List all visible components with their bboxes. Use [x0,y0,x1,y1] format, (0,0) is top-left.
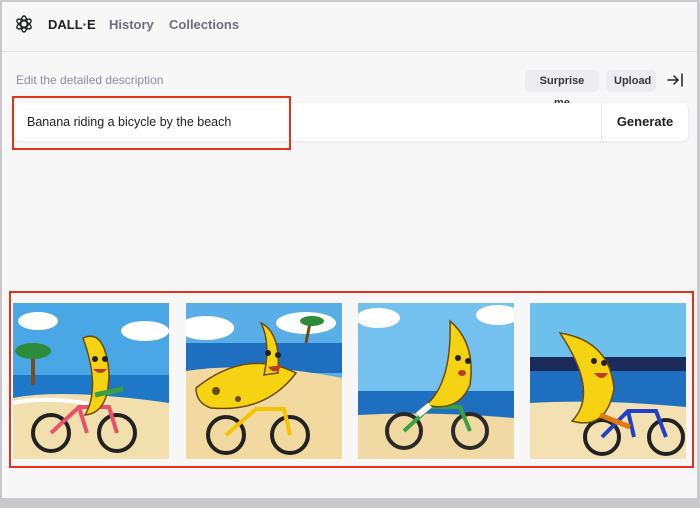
nav-history-link[interactable]: History [109,17,154,32]
nav-collections-link[interactable]: Collections [169,17,239,32]
prompt-highlight-box [12,96,291,150]
collapse-right-icon[interactable] [666,71,684,89]
openai-logo-icon[interactable] [14,14,34,34]
dalle-window: DALL·E History Collections Edit the deta… [2,2,697,498]
top-nav-bar: DALL·E History Collections [2,2,697,52]
surprise-me-button[interactable]: Surprise me [525,70,599,109]
description-label: Edit the detailed description [16,73,164,87]
nav-brand-dalle[interactable]: DALL·E [48,17,96,32]
generate-button[interactable]: Generate [602,103,688,141]
upload-button[interactable]: Upload [606,70,656,92]
images-highlight-box [9,291,694,468]
